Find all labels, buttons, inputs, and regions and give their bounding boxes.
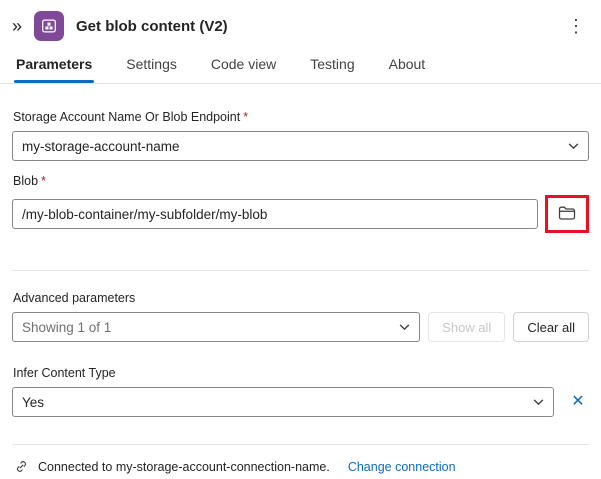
required-marker: *: [243, 110, 248, 124]
connection-link-icon: [14, 459, 29, 474]
storage-account-input[interactable]: [12, 131, 589, 161]
tab-settings[interactable]: Settings: [124, 56, 179, 83]
tab-label: Settings: [126, 56, 177, 72]
blob-field-group: Blob*: [12, 174, 589, 233]
tab-label: Code view: [211, 56, 276, 72]
action-title: Get blob content (V2): [76, 18, 561, 35]
blob-label: Blob*: [13, 174, 589, 188]
storage-account-field-group: Storage Account Name Or Blob Endpoint*: [12, 110, 589, 161]
advanced-parameters-row: Show all Clear all: [12, 312, 589, 342]
storage-account-label: Storage Account Name Or Blob Endpoint*: [13, 110, 589, 124]
divider: [12, 270, 589, 271]
panel-header: » Get blob content (V2) ⋮: [0, 0, 601, 42]
blob-input-row: [12, 195, 589, 233]
collapse-panel-icon[interactable]: »: [10, 15, 24, 37]
advanced-parameters-dropdown: [12, 312, 420, 342]
tab-about[interactable]: About: [387, 56, 428, 83]
divider: [0, 83, 601, 84]
chevron-down-icon[interactable]: [398, 321, 411, 334]
chevron-down-icon[interactable]: [532, 396, 545, 409]
parameters-form: Storage Account Name Or Blob Endpoint* B…: [0, 110, 601, 445]
chevron-down-icon[interactable]: [567, 140, 580, 153]
blob-textbox: [12, 199, 538, 229]
storage-account-combobox: [12, 131, 589, 161]
show-all-button[interactable]: Show all: [428, 312, 505, 342]
azure-blob-connector-icon: [34, 11, 64, 41]
change-connection-link[interactable]: Change connection: [348, 460, 456, 474]
infer-content-type-row: ✕: [12, 387, 589, 417]
tab-bar: Parameters Settings Code view Testing Ab…: [0, 42, 601, 83]
tab-code-view[interactable]: Code view: [209, 56, 278, 83]
advanced-parameters-select[interactable]: [12, 312, 420, 342]
connection-footer: Connected to my-storage-account-connecti…: [0, 445, 601, 474]
advanced-parameters-label: Advanced parameters: [13, 291, 589, 305]
infer-content-type-label: Infer Content Type: [13, 366, 589, 380]
more-options-icon[interactable]: ⋮: [561, 15, 591, 37]
infer-content-type-group: Infer Content Type ✕: [12, 366, 589, 417]
folder-icon: [557, 203, 577, 226]
tab-parameters[interactable]: Parameters: [14, 56, 94, 83]
tab-label: Testing: [310, 56, 354, 72]
remove-parameter-icon[interactable]: ✕: [567, 394, 589, 410]
infer-content-type-select[interactable]: [12, 387, 554, 417]
blob-path-input[interactable]: [12, 199, 538, 229]
advanced-parameters-group: Advanced parameters Show all Clear all: [12, 291, 589, 342]
tab-testing[interactable]: Testing: [308, 56, 356, 83]
folder-picker-highlight: [545, 195, 589, 233]
label-text: Blob: [13, 174, 38, 188]
tab-label: Parameters: [16, 56, 92, 72]
clear-all-button[interactable]: Clear all: [513, 312, 589, 342]
folder-picker-button[interactable]: [555, 201, 579, 228]
action-panel: » Get blob content (V2) ⋮ Parameters Set…: [0, 0, 601, 479]
tab-label: About: [389, 56, 426, 72]
label-text: Storage Account Name Or Blob Endpoint: [13, 110, 240, 124]
infer-content-type-dropdown: [12, 387, 554, 417]
required-marker: *: [41, 174, 46, 188]
connected-text: Connected to my-storage-account-connecti…: [38, 460, 330, 474]
